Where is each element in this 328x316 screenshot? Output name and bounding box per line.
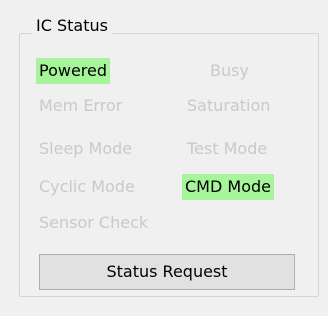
status-sleep-mode: Sleep Mode xyxy=(39,139,133,158)
status-cyclic-mode: Cyclic Mode xyxy=(39,177,135,196)
status-test-mode: Test Mode xyxy=(187,139,268,158)
status-sensor-check: Sensor Check xyxy=(39,213,149,232)
status-busy: Busy xyxy=(210,61,249,80)
status-powered: Powered xyxy=(36,58,111,84)
status-mem-error: Mem Error xyxy=(39,96,123,115)
ic-status-group-title: IC Status xyxy=(32,16,112,36)
status-cmd-mode: CMD Mode xyxy=(182,174,274,200)
status-saturation: Saturation xyxy=(187,96,271,115)
status-request-button[interactable]: Status Request xyxy=(39,254,295,290)
